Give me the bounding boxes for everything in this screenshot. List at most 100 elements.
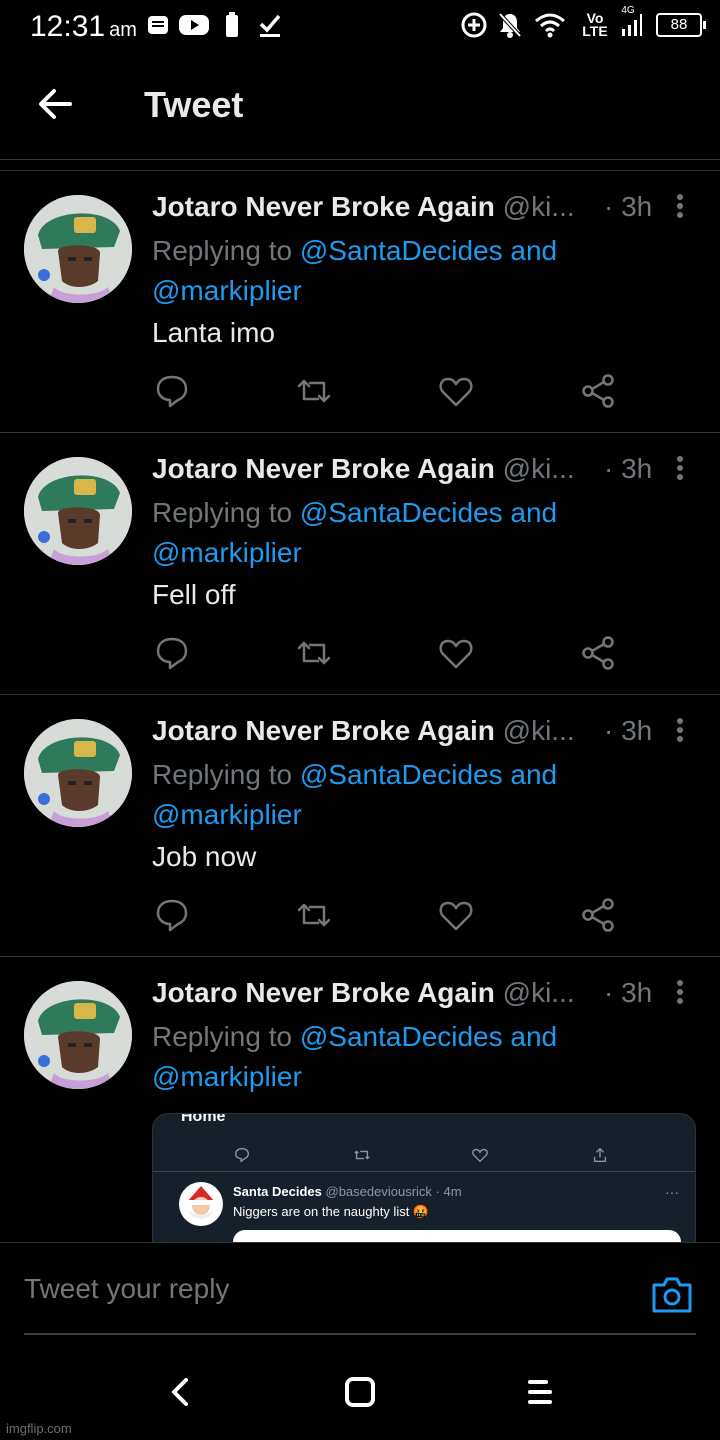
- reply-icon: [156, 375, 188, 408]
- message-icon: [146, 12, 170, 38]
- replying-to: Replying to @SantaDecides and @markiplier: [152, 235, 558, 306]
- share-button[interactable]: [578, 895, 618, 935]
- watermark: imgflip.com: [6, 1421, 72, 1436]
- embedded-text: Niggers are on the naughty list 🤬: [233, 1204, 430, 1219]
- tweet-card[interactable]: Jotaro Never Broke Again @ki... · 3h Rep…: [0, 956, 720, 1253]
- embedded-author: Santa Decides @basedeviousrick · 4m: [233, 1184, 462, 1199]
- author-handle: @ki...: [502, 453, 575, 484]
- reply-icon: [156, 899, 188, 932]
- author-name[interactable]: Jotaro Never Broke Again: [152, 191, 495, 222]
- camera-button[interactable]: [650, 1273, 694, 1317]
- mention-link[interactable]: @SantaDecides and: [300, 235, 557, 266]
- retweet-button[interactable]: [294, 633, 334, 673]
- share-icon: [593, 1147, 607, 1162]
- mention-link[interactable]: @markiplier: [152, 275, 302, 306]
- like-icon: [439, 639, 473, 669]
- retweet-icon: [297, 641, 331, 665]
- data-saver-icon: [460, 12, 488, 38]
- nav-home-button[interactable]: [340, 1372, 380, 1412]
- mention-link[interactable]: @SantaDecides and: [300, 1021, 557, 1052]
- share-icon: [582, 374, 614, 408]
- replying-to: Replying to @SantaDecides and @markiplier: [152, 497, 558, 568]
- tweet-actions: [152, 633, 622, 673]
- signal-icon: [620, 12, 644, 38]
- download-done-icon: [256, 12, 284, 38]
- embedded-screenshot[interactable]: Home Santa Decides @basedeviousrick · 4m…: [152, 1113, 696, 1253]
- mention-link[interactable]: @markiplier: [152, 799, 302, 830]
- mention-link[interactable]: @SantaDecides and: [300, 759, 557, 790]
- mention-link[interactable]: @markiplier: [152, 1061, 302, 1092]
- avatar[interactable]: [24, 457, 132, 565]
- more-vertical-icon: [677, 456, 683, 480]
- tweet-text: Fell off: [152, 579, 236, 610]
- more-options-button[interactable]: [668, 977, 692, 1011]
- mention-link[interactable]: @markiplier: [152, 537, 302, 568]
- battery-small-icon: [224, 12, 240, 38]
- tweet-time: · 3h: [604, 191, 653, 222]
- tweet-actions: [152, 895, 622, 935]
- retweet-icon: [297, 903, 331, 927]
- status-time: 12:31 am: [30, 10, 137, 43]
- nav-menu-button[interactable]: [520, 1372, 560, 1412]
- author-name[interactable]: Jotaro Never Broke Again: [152, 453, 495, 484]
- embedded-actions: [153, 1142, 695, 1172]
- more-options-button[interactable]: [668, 453, 692, 487]
- top-app-bar: Tweet: [0, 52, 720, 160]
- avatar[interactable]: [24, 719, 132, 827]
- tweet-text: Job now: [152, 841, 257, 872]
- reply-underline: [24, 1333, 696, 1335]
- nav-back-button[interactable]: [160, 1372, 200, 1412]
- nav-menu-icon: [528, 1380, 552, 1404]
- retweet-button[interactable]: [294, 371, 334, 411]
- reply-input[interactable]: [24, 1273, 624, 1305]
- retweet-icon: [354, 1150, 370, 1160]
- author-handle: @ki...: [502, 191, 575, 222]
- tweet-card[interactable]: Jotaro Never Broke Again @ki... · 3h Rep…: [0, 694, 720, 956]
- tweet-time: · 3h: [604, 715, 653, 746]
- tweet-time: · 3h: [604, 453, 653, 484]
- reply-button[interactable]: [152, 633, 192, 673]
- tweet-text: Lanta imo: [152, 317, 275, 348]
- reply-icon: [235, 1148, 249, 1163]
- like-icon: [439, 901, 473, 931]
- reply-icon: [156, 637, 188, 670]
- author-handle: @ki...: [502, 715, 575, 746]
- notifications-off-icon: [496, 12, 524, 38]
- volte-indicator: Vo LTE: [582, 10, 608, 39]
- more-options-button[interactable]: [668, 715, 692, 749]
- share-icon: [582, 898, 614, 932]
- author-name[interactable]: Jotaro Never Broke Again: [152, 715, 495, 746]
- page-title: Tweet: [144, 84, 244, 125]
- like-icon: [439, 377, 473, 407]
- share-icon: [582, 636, 614, 670]
- like-button[interactable]: [436, 371, 476, 411]
- embedded-header-partial: Home: [181, 1113, 226, 1125]
- tweet-actions: [152, 371, 622, 411]
- retweet-button[interactable]: [294, 895, 334, 935]
- author-name[interactable]: Jotaro Never Broke Again: [152, 977, 495, 1008]
- reply-button[interactable]: [152, 895, 192, 935]
- back-button[interactable]: [34, 82, 78, 126]
- avatar[interactable]: [24, 195, 132, 303]
- tweet-card[interactable]: Jotaro Never Broke Again @ki... · 3h Rep…: [0, 432, 720, 694]
- replying-to: Replying to @SantaDecides and @markiplier: [152, 1021, 558, 1092]
- more-options-button[interactable]: [668, 191, 692, 225]
- status-bar: 12:31 am Vo LTE 4G 88: [0, 0, 720, 52]
- share-button[interactable]: [578, 633, 618, 673]
- more-vertical-icon: [677, 194, 683, 218]
- tweet-card[interactable]: Jotaro Never Broke Again @ki... · 3h Rep…: [0, 170, 720, 432]
- wifi-icon: [534, 12, 566, 38]
- youtube-icon: [178, 12, 210, 38]
- system-nav-bar: imgflip.com: [0, 1342, 720, 1440]
- reply-button[interactable]: [152, 371, 192, 411]
- author-handle: @ki...: [502, 977, 575, 1008]
- more-vertical-icon: [677, 980, 683, 1004]
- avatar[interactable]: [24, 981, 132, 1089]
- nav-back-icon: [172, 1378, 188, 1406]
- share-button[interactable]: [578, 371, 618, 411]
- like-button[interactable]: [436, 633, 476, 673]
- camera-icon: [652, 1277, 692, 1313]
- mention-link[interactable]: @SantaDecides and: [300, 497, 557, 528]
- santa-avatar: [179, 1182, 223, 1226]
- like-button[interactable]: [436, 895, 476, 935]
